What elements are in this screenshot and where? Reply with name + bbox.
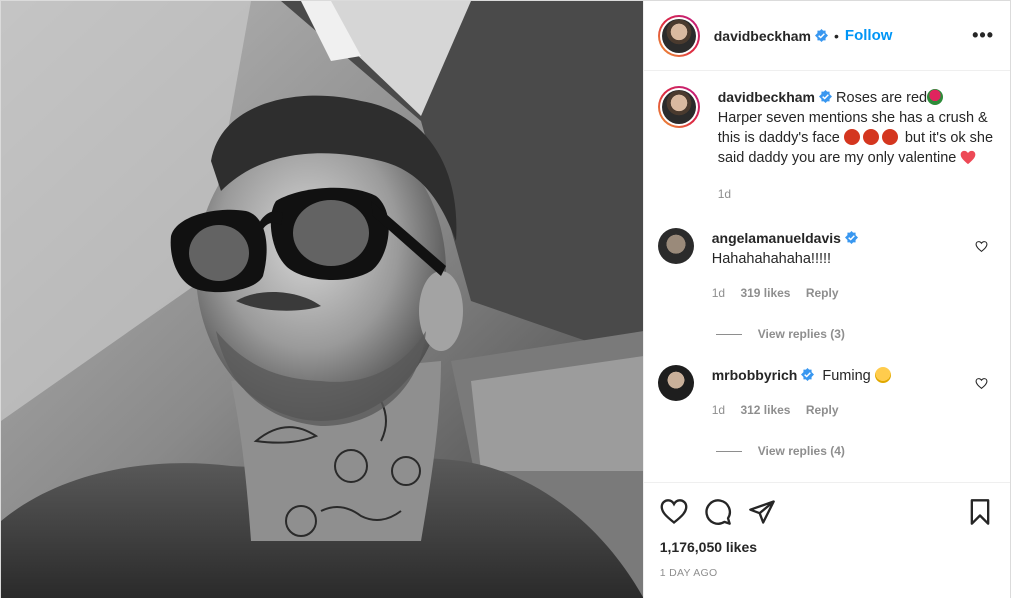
commenter-avatar[interactable] [657, 228, 694, 264]
verified-badge-icon [815, 29, 828, 42]
view-replies-label: View replies (4) [757, 444, 845, 458]
post-header: davidbeckham • Follow ••• [643, 1, 1010, 71]
view-replies-button[interactable]: View replies (4) [715, 444, 994, 458]
share-icon[interactable] [748, 498, 776, 526]
replies-divider [715, 333, 742, 335]
verified-badge-icon [844, 231, 858, 244]
caption-avatar[interactable] [657, 86, 700, 128]
comment-icon[interactable] [704, 498, 732, 526]
reply-button[interactable]: Reply [806, 286, 839, 300]
reply-button[interactable]: Reply [806, 403, 839, 417]
post-photo[interactable] [1, 1, 643, 598]
view-replies-label: View replies (3) [757, 327, 845, 341]
caption: davidbeckham Roses are red Harper seven … [657, 86, 994, 204]
instagram-post: davidbeckham • Follow ••• davidbeckham R… [0, 0, 1011, 598]
likes-count[interactable]: 1,176,050 likes [660, 539, 994, 555]
comment-time: 1d [711, 286, 726, 300]
angry-emoji [862, 129, 879, 145]
commenter-avatar[interactable] [657, 365, 694, 401]
heart-icon[interactable] [975, 377, 988, 390]
comment-text: Fuming [822, 368, 871, 384]
comment-text: Hahahahahaha!!!!! [711, 251, 832, 267]
more-icon[interactable]: ••• [972, 25, 994, 46]
comments-section[interactable]: davidbeckham Roses are red Harper seven … [644, 72, 1010, 482]
comment-time: 1d [711, 403, 726, 417]
heart-icon[interactable] [975, 240, 988, 253]
angry-emoji [843, 129, 860, 145]
angry-emoji [881, 129, 898, 145]
heart-icon[interactable] [660, 498, 688, 526]
author-username[interactable]: davidbeckham [714, 28, 811, 44]
rose-emoji [927, 89, 944, 105]
verified-badge-icon [819, 90, 832, 103]
caption-text-1: Roses are red [836, 90, 928, 106]
bookmark-icon[interactable] [966, 498, 994, 526]
author-avatar[interactable] [657, 14, 700, 57]
action-bar [660, 497, 994, 527]
comment-likes[interactable]: 312 likes [740, 403, 790, 417]
comment: mrbobbyrich Fuming 1d 312 likes Reply [657, 365, 994, 420]
verified-badge-icon [801, 368, 815, 381]
post-sidebar: davidbeckham • Follow ••• davidbeckham R… [642, 1, 1010, 598]
portrait-image [1, 1, 643, 598]
post-footer: 1,176,050 likes 1 DAY AGO [643, 482, 1010, 598]
comment-username[interactable]: mrbobbyrich [712, 367, 798, 383]
post-date: 1 DAY AGO [659, 567, 718, 579]
replies-divider [715, 450, 742, 452]
caption-username[interactable]: davidbeckham [718, 89, 815, 105]
follow-button[interactable]: Follow [845, 27, 893, 44]
comment-likes[interactable]: 319 likes [740, 286, 790, 300]
caption-time: 1d [717, 187, 732, 201]
comment: angelamanueldavis Hahahahahaha!!!!! 1d 3… [657, 228, 994, 303]
comment-username[interactable]: angelamanueldavis [712, 230, 841, 246]
separator-dot: • [834, 27, 839, 44]
view-replies-button[interactable]: View replies (3) [715, 327, 994, 341]
laughing-emoji [874, 367, 891, 383]
red-heart-emoji [961, 150, 976, 165]
